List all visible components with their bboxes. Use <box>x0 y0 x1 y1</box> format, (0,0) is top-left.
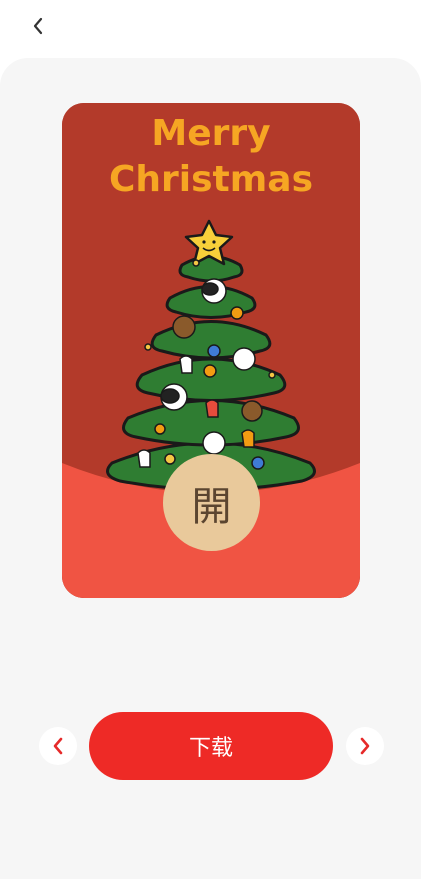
back-button[interactable] <box>24 12 52 40</box>
chevron-right-icon <box>360 737 370 755</box>
open-card-button[interactable]: 開 <box>163 454 260 551</box>
open-card-label: 開 <box>191 483 232 530</box>
next-card-button[interactable] <box>346 727 384 765</box>
greeting-title-line2: Christmas <box>109 159 313 200</box>
greeting-title-line1: Merry <box>151 113 270 154</box>
download-button[interactable]: 下载 <box>89 712 333 780</box>
chevron-left-icon <box>53 737 63 755</box>
previous-card-button[interactable] <box>39 727 77 765</box>
download-label: 下载 <box>188 736 233 761</box>
top-bar <box>0 0 421 56</box>
chevron-left-icon <box>33 17 43 35</box>
